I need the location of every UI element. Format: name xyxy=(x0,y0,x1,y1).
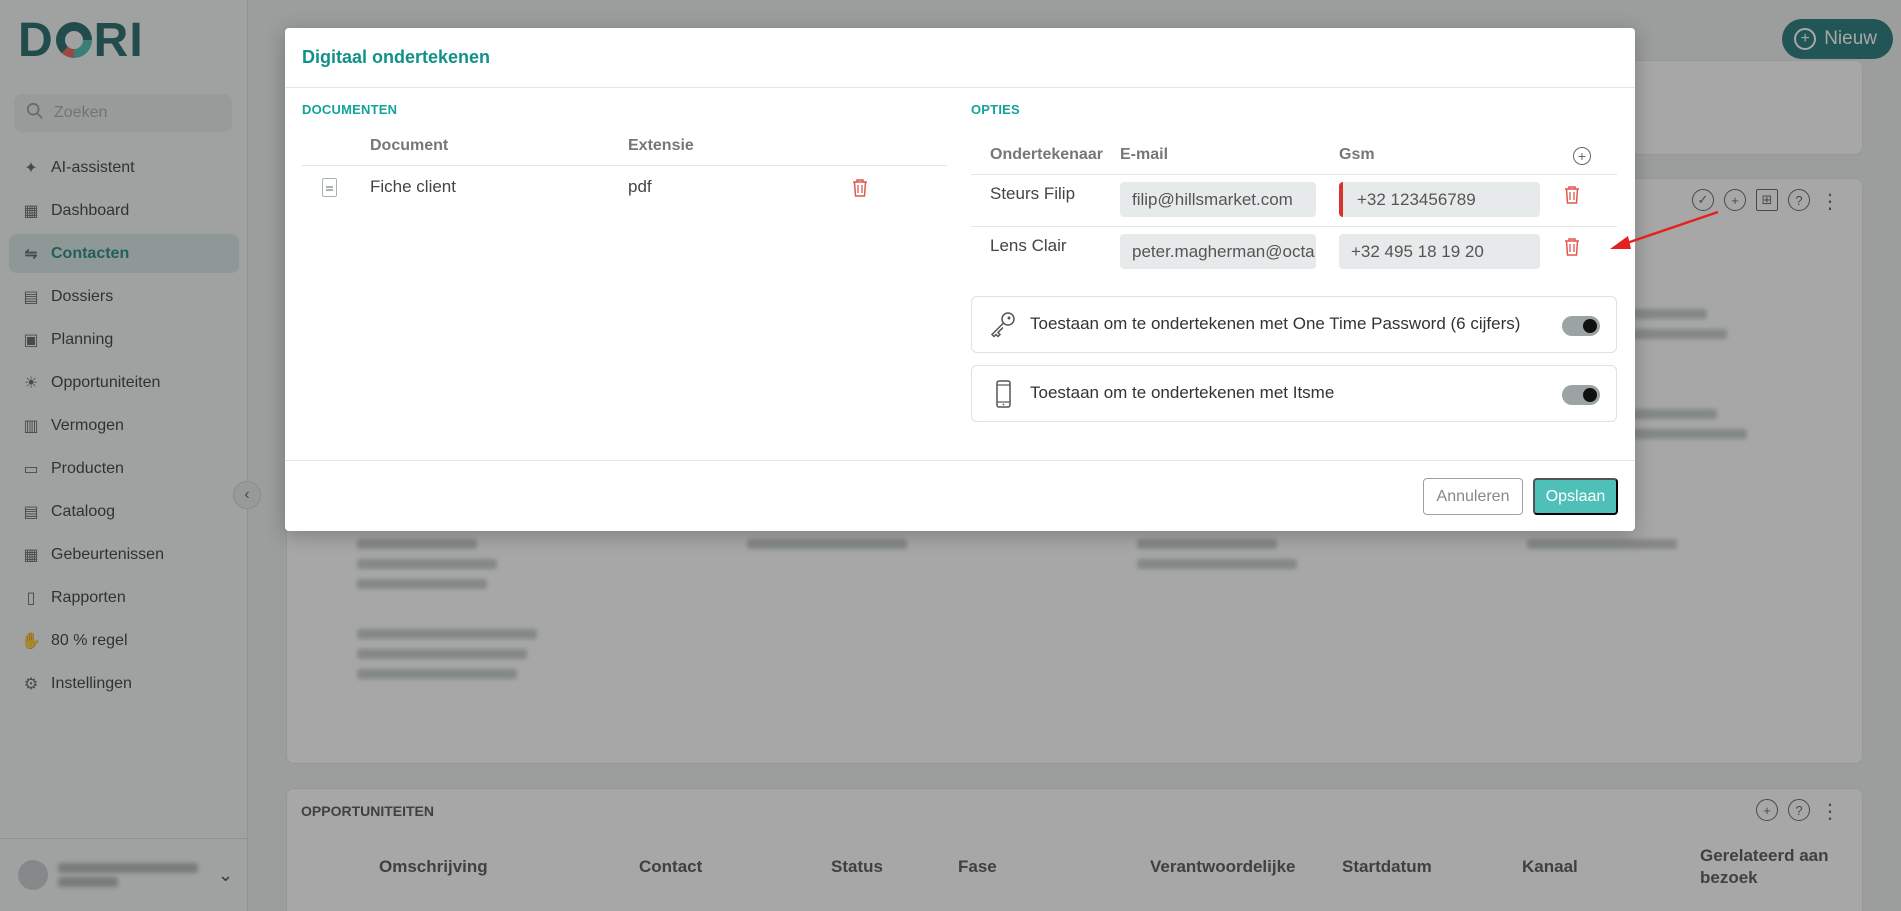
col-gsm: Gsm xyxy=(1339,146,1375,163)
signers-table-header: Ondertekenaar E-mail Gsm + xyxy=(971,138,1617,174)
documents-section-label: DOCUMENTEN xyxy=(302,102,398,117)
document-extension: pdf xyxy=(628,177,652,196)
gsm-field[interactable]: +32 495 18 19 20 xyxy=(1339,234,1540,269)
signer-row: Steurs Filip filip@hillsmarket.com +32 1… xyxy=(971,174,1617,226)
itsme-option-label: Toestaan om te ondertekenen met Itsme xyxy=(1030,383,1335,402)
annotation-arrow-icon xyxy=(1610,210,1719,249)
file-icon xyxy=(322,178,337,197)
add-signer-icon[interactable]: + xyxy=(1573,147,1591,165)
col-email: E-mail xyxy=(1120,146,1169,163)
itsme-toggle[interactable] xyxy=(1562,385,1600,405)
email-field[interactable]: peter.magherman@octa xyxy=(1120,234,1316,269)
options-section-label: OPTIES xyxy=(971,102,1020,117)
save-button[interactable]: Opslaan xyxy=(1533,478,1618,515)
otp-option-label: Toestaan om te ondertekenen met One Time… xyxy=(1030,314,1521,333)
document-name: Fiche client xyxy=(370,177,456,196)
table-row: Fiche client pdf xyxy=(302,166,947,210)
dialog-title: Digitaal ondertekenen xyxy=(302,47,491,67)
col-document: Document xyxy=(370,137,449,154)
itsme-option: Toestaan om te ondertekenen met Itsme xyxy=(971,365,1617,422)
phone-icon xyxy=(988,379,1018,414)
delete-signer-icon[interactable] xyxy=(1563,185,1581,205)
dialog-footer: Annuleren Opslaan xyxy=(285,460,1635,531)
signers-table: Ondertekenaar E-mail Gsm + Steurs Filip … xyxy=(971,138,1617,278)
documents-table-header: Document Extensie xyxy=(302,130,947,166)
signer-row: Lens Clair peter.magherman@octa +32 495 … xyxy=(971,226,1617,278)
email-field[interactable]: filip@hillsmarket.com xyxy=(1120,182,1316,217)
col-ondertekenaar: Ondertekenaar xyxy=(990,146,1103,163)
sign-dialog: Digitaal ondertekenen DOCUMENTEN Documen… xyxy=(285,28,1635,531)
gsm-field[interactable]: +32 123456789 xyxy=(1339,182,1540,217)
signer-name: Steurs Filip xyxy=(990,184,1076,203)
signer-name: Lens Clair xyxy=(990,236,1067,255)
col-extensie: Extensie xyxy=(628,137,694,154)
cancel-button[interactable]: Annuleren xyxy=(1423,478,1523,515)
otp-option: Toestaan om te ondertekenen met One Time… xyxy=(971,296,1617,353)
delete-document-icon[interactable] xyxy=(851,178,869,198)
documents-table: Document Extensie Fiche client pdf xyxy=(302,130,947,210)
delete-signer-icon[interactable] xyxy=(1563,237,1581,257)
key-icon xyxy=(988,310,1018,345)
dialog-header: Digitaal ondertekenen xyxy=(285,28,1635,88)
otp-toggle[interactable] xyxy=(1562,316,1600,336)
